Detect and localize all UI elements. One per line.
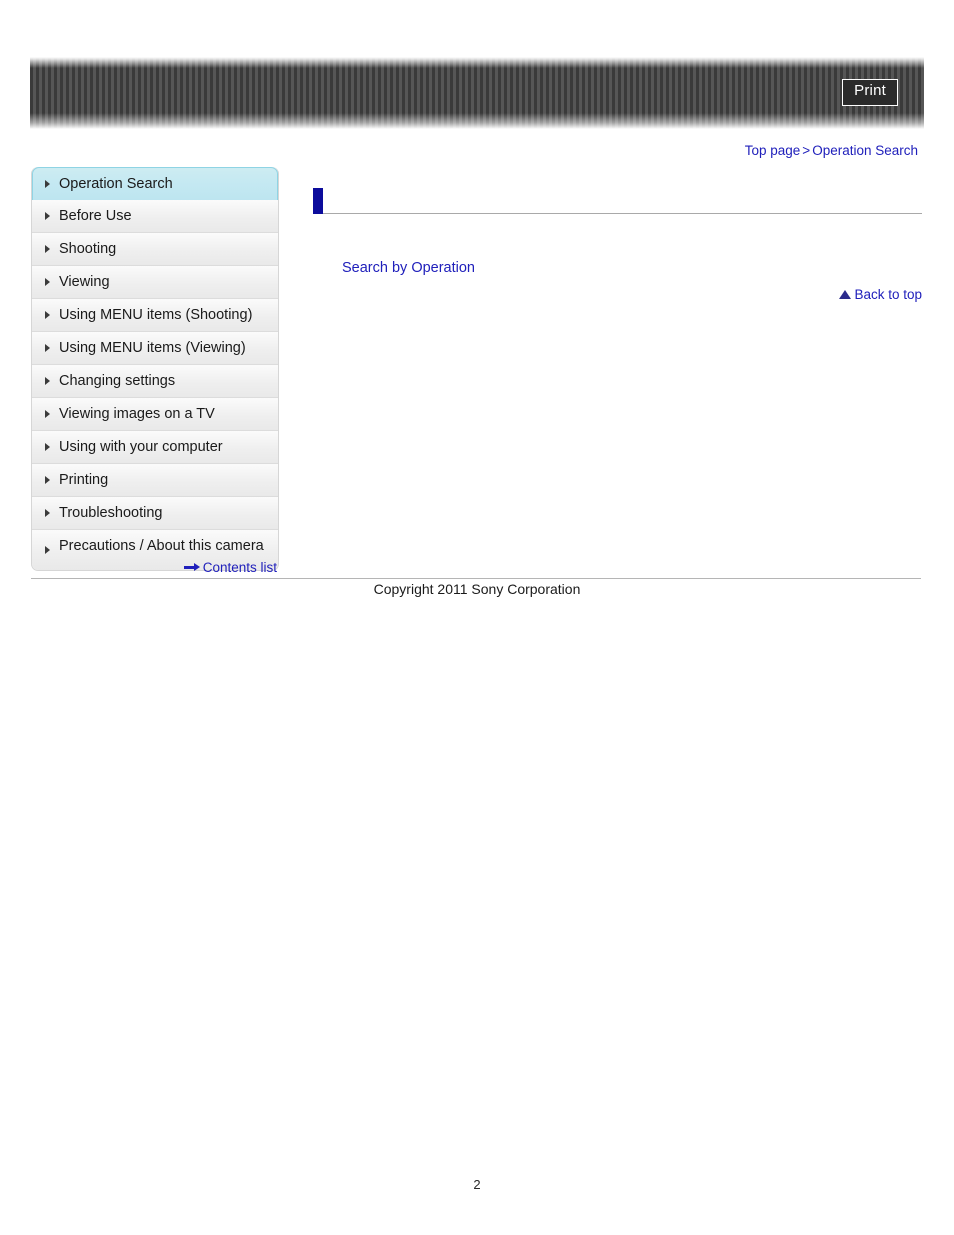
copyright-text: Copyright 2011 Sony Corporation <box>373 581 581 597</box>
sidebar-item-printing[interactable]: Printing <box>32 464 278 497</box>
sidebar-item-label: Before Use <box>59 208 132 225</box>
page-number: 2 <box>473 1177 481 1192</box>
sidebar-item-viewing-images-on-a-tv[interactable]: Viewing images on a TV <box>32 398 278 431</box>
sidebar-item-label: Changing settings <box>59 373 176 390</box>
sidebar-item-viewing[interactable]: Viewing <box>32 266 278 299</box>
sidebar-item-using-menu-items-shooting[interactable]: Using MENU items (Shooting) <box>32 299 278 332</box>
triangle-bullet-icon <box>45 509 50 517</box>
section-accent-marker <box>313 188 323 214</box>
contents-list-link-wrapper: Contents list <box>31 560 277 575</box>
triangle-bullet-icon <box>45 212 50 220</box>
sidebar-item-label: Troubleshooting <box>59 505 163 522</box>
sidebar-item-label: Using MENU items (Viewing) <box>59 340 246 357</box>
back-to-top-wrapper: Back to top <box>839 287 922 302</box>
sidebar-item-operation-search[interactable]: Operation Search <box>32 167 278 201</box>
sidebar-nav: Operation Search Before Use Shooting Vie… <box>31 167 279 571</box>
sidebar-item-label: Using with your computer <box>59 439 223 456</box>
breadcrumb-separator: > <box>802 143 811 158</box>
print-button[interactable]: Print <box>842 79 898 106</box>
footer-divider <box>31 578 921 579</box>
triangle-bullet-icon <box>45 245 50 253</box>
back-to-top-link[interactable]: Back to top <box>854 287 922 302</box>
sidebar-item-label: Printing <box>59 472 109 489</box>
sidebar-item-label: Shooting <box>59 241 117 258</box>
section-header <box>313 188 922 218</box>
triangle-bullet-icon <box>45 443 50 451</box>
triangle-bullet-icon <box>45 476 50 484</box>
breadcrumb: Top page > Operation Search <box>745 143 918 158</box>
triangle-bullet-icon <box>45 311 50 319</box>
sidebar-item-label: Using MENU items (Shooting) <box>59 307 253 324</box>
triangle-bullet-icon <box>45 410 50 418</box>
sidebar-item-changing-settings[interactable]: Changing settings <box>32 365 278 398</box>
sidebar-item-shooting[interactable]: Shooting <box>32 233 278 266</box>
contents-list-link[interactable]: Contents list <box>203 560 277 575</box>
triangle-bullet-icon <box>45 377 50 385</box>
sidebar-item-label: Operation Search <box>59 176 173 193</box>
sidebar-item-label: Precautions / About this camera <box>59 538 264 555</box>
breadcrumb-link-top-page[interactable]: Top page <box>745 143 801 158</box>
sidebar-item-label: Viewing images on a TV <box>59 406 215 423</box>
triangle-bullet-icon <box>45 278 50 286</box>
sidebar-item-using-with-your-computer[interactable]: Using with your computer <box>32 431 278 464</box>
sidebar-item-label: Viewing <box>59 274 110 291</box>
breadcrumb-link-current[interactable]: Operation Search <box>812 143 918 158</box>
triangle-bullet-icon <box>45 546 50 554</box>
triangle-up-icon <box>839 289 852 299</box>
sidebar-item-troubleshooting[interactable]: Troubleshooting <box>32 497 278 530</box>
main-content: Search by Operation Back to top <box>313 188 922 302</box>
search-by-operation-link[interactable]: Search by Operation <box>342 260 475 276</box>
triangle-bullet-icon <box>45 180 50 188</box>
section-divider-rule <box>323 213 922 214</box>
triangle-bullet-icon <box>45 344 50 352</box>
arrow-right-icon <box>183 562 200 572</box>
header-banner: Print <box>30 57 924 129</box>
sidebar-item-using-menu-items-viewing[interactable]: Using MENU items (Viewing) <box>32 332 278 365</box>
sidebar-item-before-use[interactable]: Before Use <box>32 200 278 233</box>
